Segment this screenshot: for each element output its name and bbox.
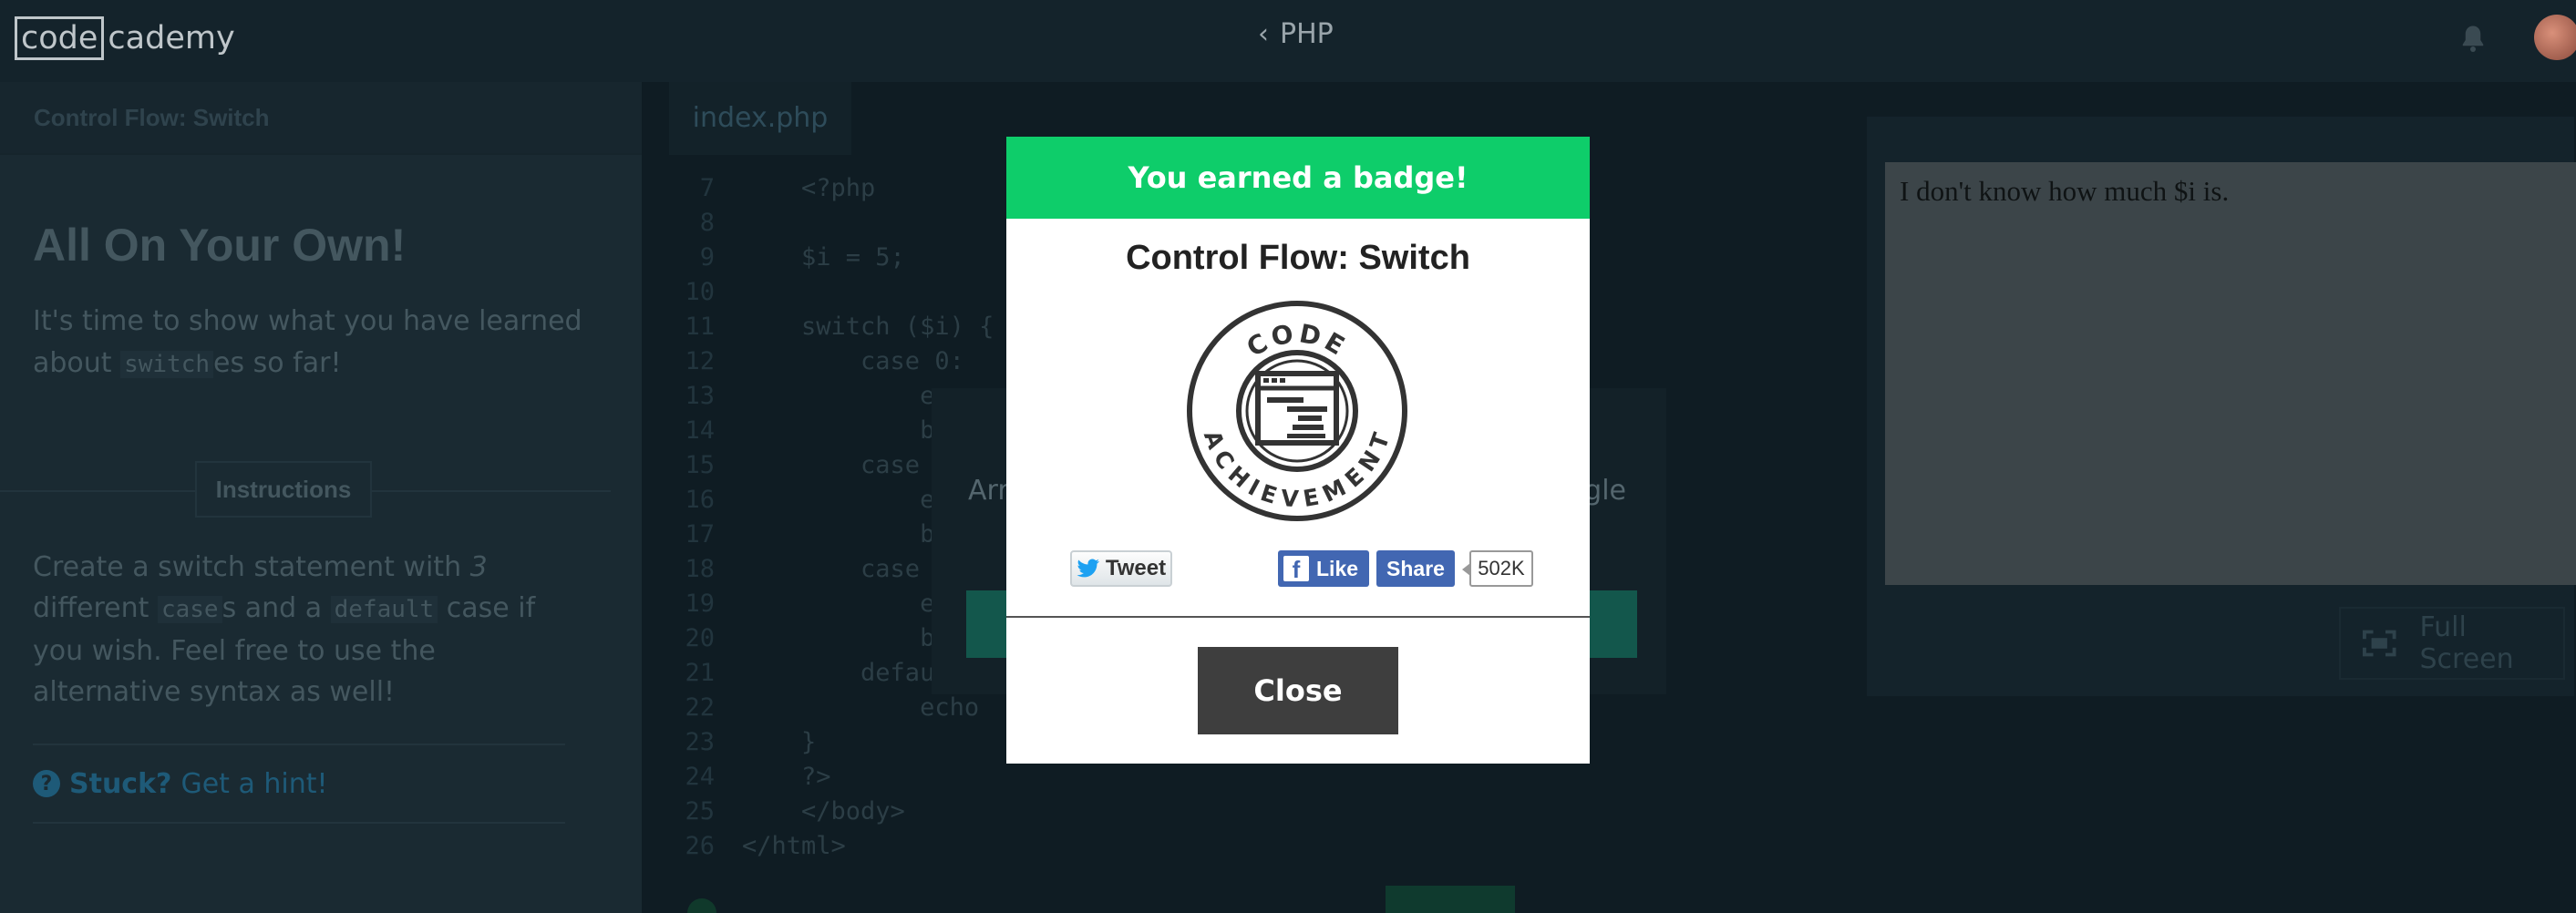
- intro-code: switch: [120, 351, 214, 378]
- codecademy-logo[interactable]: code cademy: [15, 16, 235, 60]
- code-line: </body>: [742, 797, 905, 826]
- next-button: [1386, 886, 1515, 913]
- like-count-badge: 502K: [1462, 550, 1533, 587]
- top-nav-bar: code cademy ‹ PHP: [0, 0, 2576, 82]
- output-panel: I don't know how much $i is. Full Screen: [1860, 82, 2576, 913]
- instr-code-default: default: [330, 596, 438, 623]
- logo-rest-text: cademy: [108, 20, 235, 56]
- close-button[interactable]: Close: [1198, 647, 1398, 734]
- code-line: </html>: [742, 832, 846, 860]
- code-achievement-badge-icon: CODE ACHIEVEMENT: [1187, 301, 1407, 521]
- line-number: 21: [685, 659, 715, 687]
- hint-strong: Stuck?: [69, 767, 172, 800]
- like-label: Like: [1316, 556, 1359, 580]
- lesson-section-title: Control Flow: Switch: [34, 104, 270, 131]
- code-line: }: [742, 728, 817, 756]
- line-number: 15: [685, 451, 715, 479]
- code-line: switch ($i) {: [742, 313, 994, 341]
- intro-text-2: es so far!: [213, 347, 342, 379]
- tweet-label: Tweet: [1105, 556, 1167, 580]
- background-dialog-text-left: Arr: [968, 475, 1009, 507]
- share-row: Tweet f Like Share 502K: [1070, 550, 1535, 589]
- lesson-panel: Control Flow: Switch All On Your Own! It…: [0, 82, 642, 913]
- code-line: echo: [742, 693, 980, 722]
- output-text: I don't know how much $i is.: [1900, 175, 2230, 207]
- line-number: 22: [685, 693, 715, 722]
- fullscreen-icon: [2363, 630, 2396, 657]
- bell-icon[interactable]: [2457, 22, 2489, 55]
- line-number: 10: [685, 278, 715, 306]
- course-nav[interactable]: ‹ PHP: [1258, 18, 1334, 50]
- instr-code-case: case: [157, 596, 222, 623]
- modal-divider: [1006, 616, 1590, 618]
- code-line: <?php: [742, 174, 876, 202]
- logo-box-text: code: [15, 16, 105, 60]
- line-number: 17: [685, 520, 715, 549]
- hint-text: Get a hint!: [180, 767, 328, 800]
- code-line: $i = 5;: [742, 243, 905, 272]
- line-number: 23: [685, 728, 715, 756]
- line-number: 7: [699, 174, 715, 202]
- line-number: 26: [685, 832, 715, 860]
- line-number-gutter: 7 8 9 10 11 12 13 14 15 16 17 18 19 20 21 22 23 24 25 26: [642, 171, 715, 864]
- twitter-icon: [1077, 559, 1099, 578]
- badge-modal: You earned a badge! Control Flow: Switch…: [1006, 137, 1590, 764]
- line-number: 11: [685, 313, 715, 341]
- instr-text-1: Create a switch statement with: [33, 551, 470, 583]
- line-number: 24: [685, 763, 715, 791]
- code-line: ?>: [742, 763, 831, 791]
- code-line: case 0:: [742, 347, 964, 375]
- line-number: 9: [699, 243, 715, 272]
- tab-index-php[interactable]: index.php: [669, 82, 851, 155]
- line-number: 18: [685, 555, 715, 583]
- line-number: 20: [685, 624, 715, 652]
- question-icon: ?: [33, 770, 60, 797]
- line-number: 19: [685, 590, 715, 618]
- line-number: 12: [685, 347, 715, 375]
- line-number: 13: [685, 382, 715, 410]
- lesson-heading: All On Your Own!: [33, 220, 407, 271]
- badge-top-text: CODE: [1242, 318, 1349, 363]
- facebook-share-button[interactable]: Share: [1376, 550, 1455, 587]
- instructions-text: Create a switch statement with 3 differe…: [33, 547, 580, 713]
- line-number: 25: [685, 797, 715, 826]
- lesson-intro: It's time to show what you have learned …: [33, 301, 598, 385]
- hint-link[interactable]: ? Stuck? Get a hint!: [33, 744, 565, 824]
- fullscreen-label: Full Screen: [2419, 611, 2514, 675]
- output-frame: I don't know how much $i is. Full Screen: [1867, 117, 2576, 696]
- instr-text-3: s and a: [222, 592, 331, 624]
- output-viewport: I don't know how much $i is.: [1885, 162, 2576, 585]
- line-number: 14: [685, 416, 715, 445]
- lesson-section-bar: Control Flow: Switch: [0, 82, 642, 155]
- line-number: 8: [699, 209, 715, 237]
- tweet-button[interactable]: Tweet: [1070, 550, 1172, 587]
- svg-text:CODE: CODE: [1242, 318, 1353, 363]
- background-dialog-text-right: gle: [1584, 475, 1626, 507]
- check-icon: [687, 898, 716, 913]
- instr-number: 3: [469, 551, 488, 583]
- chevron-left-icon: ‹: [1258, 18, 1269, 50]
- course-title: PHP: [1280, 18, 1334, 50]
- fullscreen-button[interactable]: Full Screen: [2339, 607, 2565, 680]
- facebook-icon: f: [1283, 556, 1309, 583]
- modal-header: You earned a badge!: [1006, 137, 1590, 219]
- line-number: 16: [685, 486, 715, 514]
- avatar[interactable]: [2534, 15, 2576, 60]
- badge-name: Control Flow: Switch: [1126, 239, 1470, 277]
- facebook-like-button[interactable]: f Like: [1278, 550, 1369, 587]
- instr-text-2: different: [33, 592, 158, 624]
- instructions-tab[interactable]: Instructions: [195, 461, 372, 518]
